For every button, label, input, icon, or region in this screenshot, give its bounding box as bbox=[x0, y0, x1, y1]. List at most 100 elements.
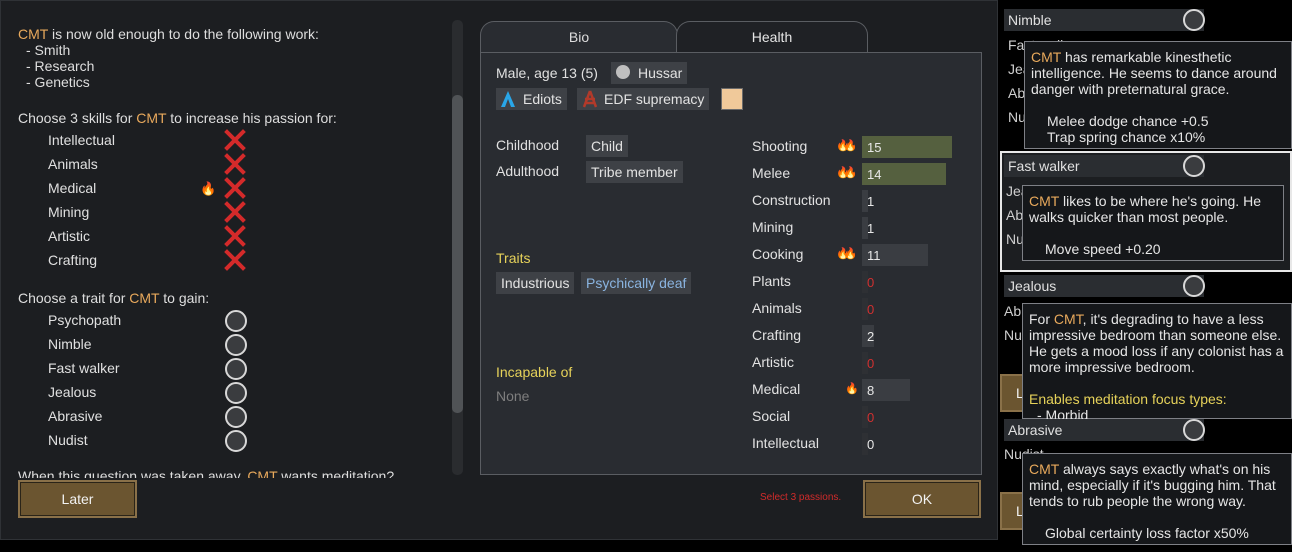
trait-option-fast-walker: Fast walker bbox=[48, 360, 120, 376]
skill-level-bar[interactable]: 0 bbox=[862, 298, 874, 320]
xenotype-icon bbox=[616, 65, 630, 79]
skill-animals: Animals bbox=[752, 300, 802, 316]
skill-level-value: 0 bbox=[867, 302, 875, 317]
adulthood-label: Adulthood bbox=[496, 163, 560, 179]
skill-level-value: 0 bbox=[867, 410, 875, 425]
unchecked-x-icon[interactable] bbox=[224, 129, 246, 151]
passion-flame-icon: 🔥 bbox=[200, 181, 217, 196]
skill-social: Social bbox=[752, 408, 791, 424]
radio-circle[interactable] bbox=[1183, 275, 1205, 297]
skill-level-bar[interactable]: 0 bbox=[862, 352, 874, 374]
tab-bio[interactable]: Bio bbox=[480, 21, 678, 53]
work-item: - Research bbox=[26, 58, 95, 74]
xenotype-chip[interactable]: Hussar bbox=[611, 62, 688, 84]
radio-circle[interactable] bbox=[225, 382, 247, 404]
minor-passion-icon: 🔥 bbox=[845, 383, 858, 395]
unchecked-x-icon[interactable] bbox=[224, 153, 246, 175]
tooltip-nimble: CMT has remarkable kinesthetic intellige… bbox=[1024, 41, 1292, 149]
tooltip-abrasive: CMT always says exactly what's on his mi… bbox=[1022, 453, 1292, 545]
trait-chip-psychically-deaf[interactable]: Psychically deaf bbox=[581, 272, 692, 294]
skill-option-animals: Animals bbox=[48, 156, 98, 172]
incapable-value: None bbox=[496, 388, 530, 404]
skill-level-bar[interactable]: 0 bbox=[862, 433, 874, 455]
trait-option-abrasive: Abrasive bbox=[48, 408, 103, 424]
unchecked-x-icon[interactable] bbox=[224, 201, 246, 223]
skill-level-bar[interactable]: 0 bbox=[862, 271, 874, 293]
ok-button[interactable]: OK bbox=[863, 480, 981, 518]
trait-option-psychopath: Psychopath bbox=[48, 312, 122, 328]
favorite-color-swatch[interactable] bbox=[721, 88, 743, 110]
skill-level-value: 11 bbox=[867, 248, 881, 263]
major-passion-icon: 🔥🔥 bbox=[836, 140, 858, 152]
ideology-chip[interactable]: EDF supremacy bbox=[577, 88, 710, 110]
skill-level-value: 14 bbox=[867, 167, 882, 182]
work-item: - Smith bbox=[26, 42, 71, 58]
skill-artistic: Artistic bbox=[752, 354, 794, 370]
skill-mining: Mining bbox=[752, 219, 794, 235]
skill-level-bar[interactable]: 11 bbox=[862, 244, 928, 266]
skill-level-bar[interactable]: 0 bbox=[862, 406, 874, 428]
intro-line: CMT is now old enough to do the followin… bbox=[18, 26, 319, 42]
adulthood-backstory[interactable]: Tribe member bbox=[586, 161, 683, 183]
unchecked-x-icon[interactable] bbox=[224, 249, 246, 271]
skill-construction: Construction bbox=[752, 192, 831, 208]
cutoff-text-clip: When this question was taken away, CMT w… bbox=[18, 470, 438, 478]
trait-option-nimble: Nimble bbox=[48, 336, 92, 352]
unchecked-x-icon[interactable] bbox=[224, 177, 246, 199]
intro-text: is now old enough to do the following wo… bbox=[48, 26, 319, 42]
skill-level-value: 2 bbox=[867, 329, 875, 344]
faction-label: Ediots bbox=[523, 91, 562, 107]
ideology-icon bbox=[582, 90, 598, 108]
radio-circle[interactable] bbox=[1183, 155, 1205, 177]
tooltip-fast-walker: CMT likes to be where he's going. He wal… bbox=[1022, 185, 1284, 261]
xenotype-label: Hussar bbox=[638, 65, 683, 81]
skill-level-value: 0 bbox=[867, 437, 875, 452]
skill-level-bar[interactable]: 15 bbox=[862, 136, 952, 158]
later-button[interactable]: Later bbox=[18, 480, 137, 518]
skill-option-intellectual: Intellectual bbox=[48, 132, 115, 148]
scrollbar-thumb[interactable] bbox=[452, 95, 463, 413]
pawn-name: CMT bbox=[18, 26, 49, 42]
skill-option-mining: Mining bbox=[48, 204, 90, 220]
faction-chip[interactable]: Ediots bbox=[496, 88, 567, 110]
radio-circle[interactable] bbox=[225, 358, 247, 380]
skill-level-bar[interactable]: 8 bbox=[862, 379, 910, 401]
cutoff-text: When this question was taken away, CMT w… bbox=[18, 470, 395, 478]
radio-circle[interactable] bbox=[225, 334, 247, 356]
work-item: - Genetics bbox=[26, 74, 90, 90]
skill-medical: Medical bbox=[752, 381, 801, 397]
trait-option-jealous: Jealous bbox=[48, 384, 97, 400]
skill-plants: Plants bbox=[752, 273, 791, 289]
trait-row-fast-walker: Fast walker bbox=[1004, 155, 1204, 177]
radio-circle[interactable] bbox=[225, 430, 247, 452]
skill-level-bar[interactable]: 1 bbox=[862, 190, 874, 212]
trait-chip-industrious[interactable]: Industrious bbox=[496, 272, 575, 294]
pawn-summary: Male, age 13 (5) bbox=[496, 65, 598, 81]
skill-level-bar[interactable]: 1 bbox=[862, 217, 874, 239]
skill-level-bar[interactable]: 14 bbox=[862, 163, 946, 185]
radio-circle[interactable] bbox=[225, 406, 247, 428]
radio-circle[interactable] bbox=[1183, 9, 1205, 31]
trait-row-abrasive: Abrasive bbox=[1004, 419, 1204, 441]
childhood-label: Childhood bbox=[496, 137, 560, 153]
radio-circle[interactable] bbox=[1183, 419, 1205, 441]
tab-health[interactable]: Health bbox=[676, 21, 868, 53]
trait-option-nudist: Nudist bbox=[48, 432, 88, 448]
unchecked-x-icon[interactable] bbox=[224, 225, 246, 247]
tooltip-jealous: For CMT, it's degrading to have a less i… bbox=[1022, 303, 1292, 423]
major-passion-icon: 🔥🔥 bbox=[836, 248, 858, 260]
skill-level-value: 0 bbox=[867, 275, 875, 290]
skill-intellectual: Intellectual bbox=[752, 435, 819, 451]
ideology-label: EDF supremacy bbox=[604, 91, 705, 107]
skill-level-bar[interactable]: 2 bbox=[862, 325, 874, 347]
faction-icon bbox=[501, 91, 515, 107]
skill-melee: Melee bbox=[752, 165, 791, 181]
incapable-label: Incapable of bbox=[496, 364, 573, 380]
major-passion-icon: 🔥🔥 bbox=[836, 167, 858, 179]
childhood-backstory[interactable]: Child bbox=[586, 135, 628, 157]
radio-circle[interactable] bbox=[225, 310, 247, 332]
select-passions-warning: Select 3 passions. bbox=[760, 492, 842, 503]
trait-row-jealous: Jealous bbox=[1004, 275, 1204, 297]
skill-level-value: 1 bbox=[867, 221, 875, 236]
trait-prompt: Choose a trait for CMT to gain: bbox=[18, 290, 210, 306]
